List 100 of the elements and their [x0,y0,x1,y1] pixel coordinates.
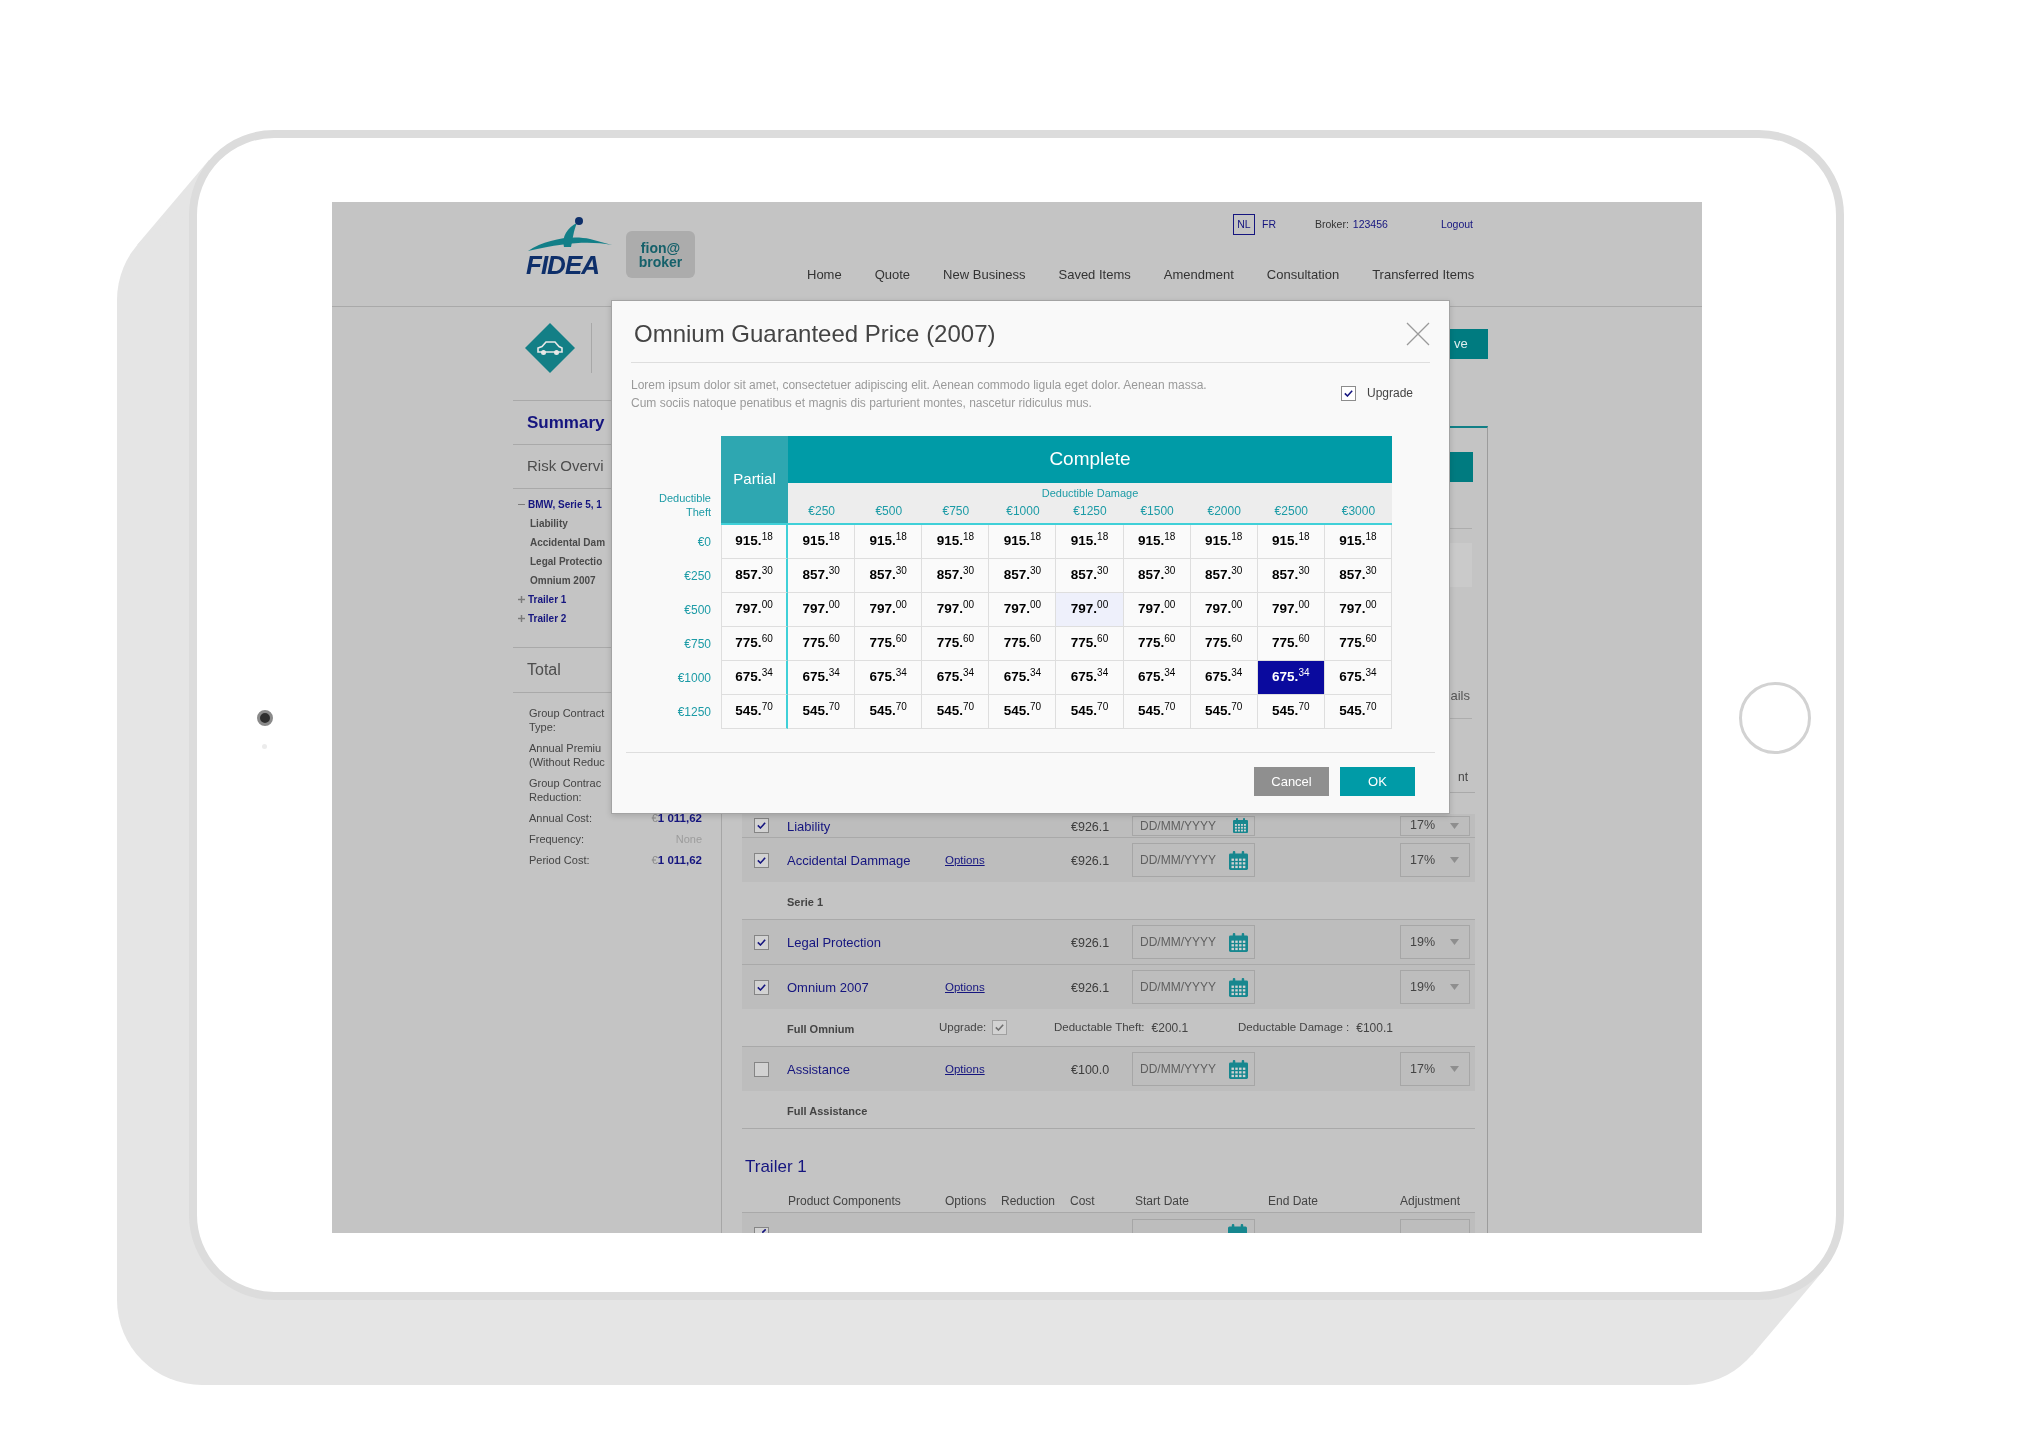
date-field[interactable]: DD/MM/YYYY [1132,843,1255,877]
close-button[interactable] [1406,322,1430,346]
checkbox[interactable] [754,818,769,833]
price-cell[interactable]: 545.$^{70}$ [1123,695,1191,729]
date-field[interactable]: DD/MM/YYYY [1132,815,1255,836]
adjustment-select[interactable]: 17% [1400,1052,1470,1086]
checkbox[interactable] [754,934,769,950]
adjustment-select[interactable]: 17% [1400,843,1470,877]
price-cell[interactable]: 545.$^{70}$ [1056,695,1124,729]
price-cell[interactable]: 675.$^{34}$ [1324,661,1392,695]
plus-icon[interactable] [518,596,525,603]
minus-icon[interactable] [518,503,525,506]
nav-link[interactable]: Amendment [1163,266,1234,284]
language-toggle[interactable]: NL [1233,214,1255,235]
price-cell[interactable]: 857.$^{30}$ [989,559,1057,593]
price-cell[interactable]: 675.$^{34}$ [922,661,990,695]
checkbox[interactable] [754,1227,769,1233]
tree-item[interactable]: Trailer 1 [528,592,567,607]
price-cell[interactable]: 797.$^{00}$ [1056,593,1124,627]
price-cell[interactable]: 675.$^{34}$ [1056,661,1124,695]
price-cell[interactable]: 857.$^{30}$ [1123,559,1191,593]
price-cell[interactable]: 797.$^{00}$ [1190,593,1258,627]
date-field[interactable] [1132,1219,1255,1233]
price-cell[interactable]: 797.$^{00}$ [1123,593,1191,627]
price-cell[interactable]: 857.$^{30}$ [1056,559,1124,593]
price-cell[interactable]: 915.$^{18}$ [721,525,789,559]
price-cell[interactable]: 675.$^{34}$ [788,661,856,695]
price-cell[interactable]: 797.$^{00}$ [721,593,789,627]
price-cell[interactable]: 915.$^{18}$ [1190,525,1258,559]
price-cell[interactable]: 545.$^{70}$ [989,695,1057,729]
price-cell[interactable]: 857.$^{30}$ [788,559,856,593]
price-cell[interactable]: 857.$^{30}$ [1190,559,1258,593]
checkbox[interactable] [1340,385,1356,401]
price-cell[interactable]: 857.$^{30}$ [721,559,789,593]
price-cell[interactable]: 775.$^{60}$ [1123,627,1191,661]
price-cell[interactable]: 775.$^{60}$ [788,627,856,661]
price-cell[interactable]: 915.$^{18}$ [1257,525,1325,559]
price-cell[interactable]: 675.$^{34}$ [1190,661,1258,695]
price-cell[interactable]: 857.$^{30}$ [1324,559,1392,593]
price-cell[interactable]: 857.$^{30}$ [922,559,990,593]
tree-item[interactable]: Trailer 2 [528,611,567,626]
price-cell[interactable]: 797.$^{00}$ [788,593,856,627]
price-cell[interactable]: 775.$^{60}$ [989,627,1057,661]
summary-heading[interactable]: Summary [527,409,605,436]
logout-link[interactable]: Logout [1440,216,1473,233]
date-field[interactable]: DD/MM/YYYY [1132,925,1255,959]
nav-link[interactable]: Home [807,266,842,284]
options-link[interactable]: Options [945,853,985,867]
nav-link[interactable]: New Business [943,266,1026,284]
tree-item[interactable]: Legal Protectio [530,554,603,569]
price-cell[interactable]: 797.$^{00}$ [1324,593,1392,627]
nav-link[interactable]: Transferred Items [1372,266,1475,284]
save-button[interactable]: ve [1449,329,1488,359]
price-cell[interactable]: 857.$^{30}$ [1257,559,1325,593]
tree-item[interactable]: Liability [530,516,568,531]
price-cell[interactable]: 675.$^{34}$ [989,661,1057,695]
price-cell[interactable]: 545.$^{70}$ [1257,695,1325,729]
price-cell[interactable]: 797.$^{00}$ [922,593,990,627]
price-cell[interactable]: 915.$^{18}$ [922,525,990,559]
price-cell[interactable]: 675.$^{34}$ [855,661,923,695]
price-cell[interactable]: 545.$^{70}$ [788,695,856,729]
options-link[interactable]: Options [945,980,985,994]
price-cell[interactable]: 545.$^{70}$ [922,695,990,729]
price-cell[interactable]: 915.$^{18}$ [1123,525,1191,559]
nav-link[interactable]: Saved Items [1058,266,1131,284]
tree-item[interactable]: BMW, Serie 5, 1 [528,497,602,512]
price-cell[interactable]: 545.$^{70}$ [1324,695,1392,729]
price-cell[interactable]: 675.$^{34}$ [1123,661,1191,695]
price-cell[interactable]: 797.$^{00}$ [989,593,1057,627]
language-toggle[interactable]: FR [1255,214,1283,235]
price-cell[interactable]: 857.$^{30}$ [855,559,923,593]
checkbox[interactable] [754,1061,769,1077]
nav-link[interactable]: Consultation [1266,266,1340,284]
price-cell[interactable]: 915.$^{18}$ [1324,525,1392,559]
price-cell[interactable]: 675.$^{34}$ [721,661,789,695]
price-cell[interactable]: 915.$^{18}$ [989,525,1057,559]
price-cell[interactable]: 915.$^{18}$ [1056,525,1124,559]
price-cell[interactable]: 775.$^{60}$ [855,627,923,661]
date-field[interactable]: DD/MM/YYYY [1132,970,1255,1004]
price-cell[interactable]: 797.$^{00}$ [855,593,923,627]
price-cell[interactable]: 775.$^{60}$ [1056,627,1124,661]
price-cell[interactable]: 545.$^{70}$ [855,695,923,729]
price-cell[interactable]: 775.$^{60}$ [1257,627,1325,661]
adjustment-select[interactable]: 17% [1400,815,1470,836]
price-cell[interactable]: 915.$^{18}$ [788,525,856,559]
toolbar-button[interactable] [1449,452,1473,482]
date-field[interactable]: DD/MM/YYYY [1132,1052,1255,1086]
price-cell[interactable]: 775.$^{60}$ [1190,627,1258,661]
adjustment-select[interactable]: 19% [1400,970,1470,1004]
adjustment-select[interactable]: 19% [1400,925,1470,959]
tree-item[interactable]: Accidental Dam [530,535,606,550]
price-cell[interactable]: 775.$^{60}$ [721,627,789,661]
price-cell[interactable]: 915.$^{18}$ [855,525,923,559]
tree-item[interactable]: Omnium 2007 [530,573,596,588]
price-cell[interactable]: 775.$^{60}$ [922,627,990,661]
price-cell[interactable]: 545.$^{70}$ [1190,695,1258,729]
price-cell[interactable]: 545.$^{70}$ [721,695,789,729]
checkbox[interactable] [754,852,769,868]
plus-icon[interactable] [518,615,525,622]
checkbox[interactable] [754,979,769,995]
